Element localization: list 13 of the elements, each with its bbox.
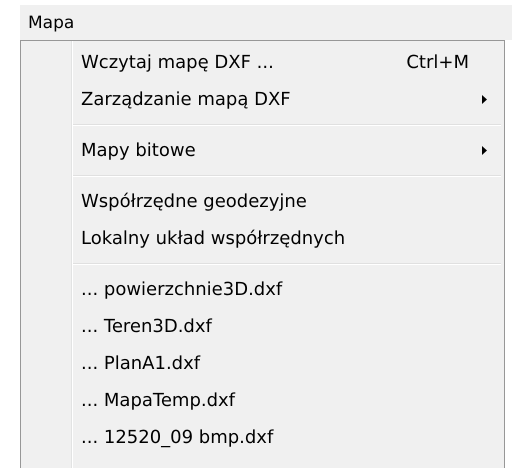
submenu-arrow-icon	[482, 146, 487, 155]
menu-bar-item[interactable]: Mapa	[20, 12, 82, 32]
menu-item[interactable]: ... 12520_09 bmp.dxf	[72, 419, 501, 456]
menu-item[interactable]: ... MapaTemp.dxf	[72, 382, 501, 419]
menu-item[interactable]: ... Teren3D.dxf	[72, 308, 501, 345]
menu-item[interactable]: Mapy bitowe	[72, 132, 501, 169]
menu-item[interactable]: Wczytaj mapę DXF ... Ctrl+M	[72, 44, 501, 81]
menu-item[interactable]: ... powierzchnie3D.dxf	[72, 271, 501, 308]
submenu-arrow-icon	[482, 95, 487, 104]
menu-item[interactable]: Zarządzanie mapą DXF	[72, 81, 501, 118]
menu-item[interactable]: Lokalny układ współrzędnych	[72, 220, 501, 257]
menu-item[interactable]: ... PlanA1.dxf	[72, 345, 501, 382]
menu-item[interactable]: Współrzędne geodezyjne	[72, 183, 501, 220]
